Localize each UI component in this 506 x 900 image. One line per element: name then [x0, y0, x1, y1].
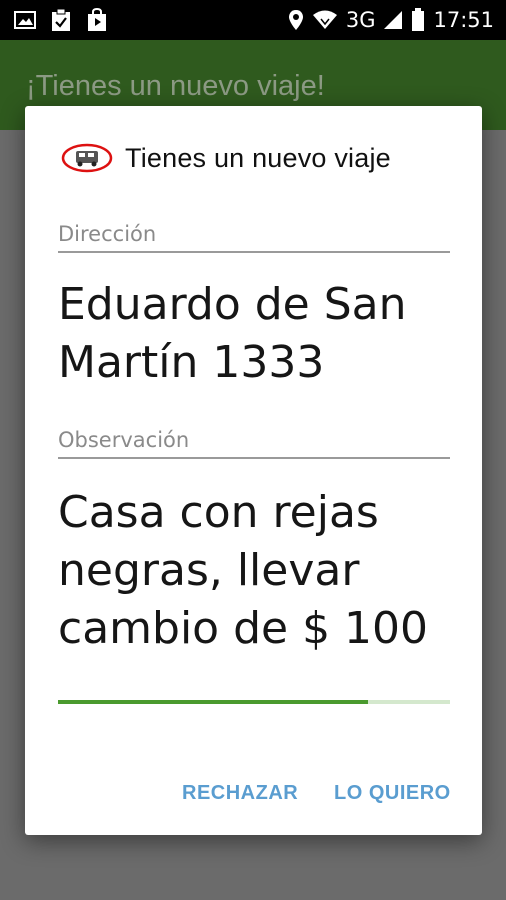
address-label: Dirección — [58, 222, 157, 246]
wifi-icon — [312, 10, 337, 29]
battery-icon — [412, 8, 425, 31]
clock: 17:51 — [433, 8, 494, 32]
note-divider — [58, 457, 450, 459]
location-icon — [288, 10, 303, 30]
address-value: Eduardo de San Martín 1333 — [58, 276, 458, 392]
address-line-1: Eduardo de San — [58, 279, 407, 330]
reject-button[interactable]: RECHAZAR — [180, 778, 300, 809]
clipboard-check-icon — [52, 8, 70, 31]
dialog-title: Tienes un nuevo viaje — [125, 142, 391, 173]
progress-fill — [58, 700, 368, 704]
address-divider — [58, 251, 450, 253]
note-line-1: Casa con rejas — [58, 487, 379, 538]
countdown-progress — [58, 700, 450, 704]
shopping-bag-icon — [88, 8, 106, 31]
app-bar-title: ¡Tienes un nuevo viaje! — [26, 70, 325, 102]
accept-button[interactable]: LO QUIERO — [332, 778, 453, 809]
status-bar: 3G 17:51 — [0, 0, 506, 40]
note-label: Observación — [58, 428, 190, 452]
address-line-2: Martín 1333 — [58, 337, 325, 388]
image-icon — [14, 11, 36, 29]
signal-icon — [384, 11, 403, 29]
app-logo — [61, 143, 113, 173]
new-trip-dialog: Tienes un nuevo viaje Dirección Eduardo … — [25, 106, 482, 835]
network-type: 3G — [345, 8, 376, 32]
note-value: Casa con rejas negras, llevar cambio de … — [58, 484, 458, 658]
note-line-3: cambio de $ 100 — [58, 603, 429, 654]
dialog-header: Tienes un nuevo viaje — [61, 141, 391, 175]
note-line-2: negras, llevar — [58, 545, 360, 596]
